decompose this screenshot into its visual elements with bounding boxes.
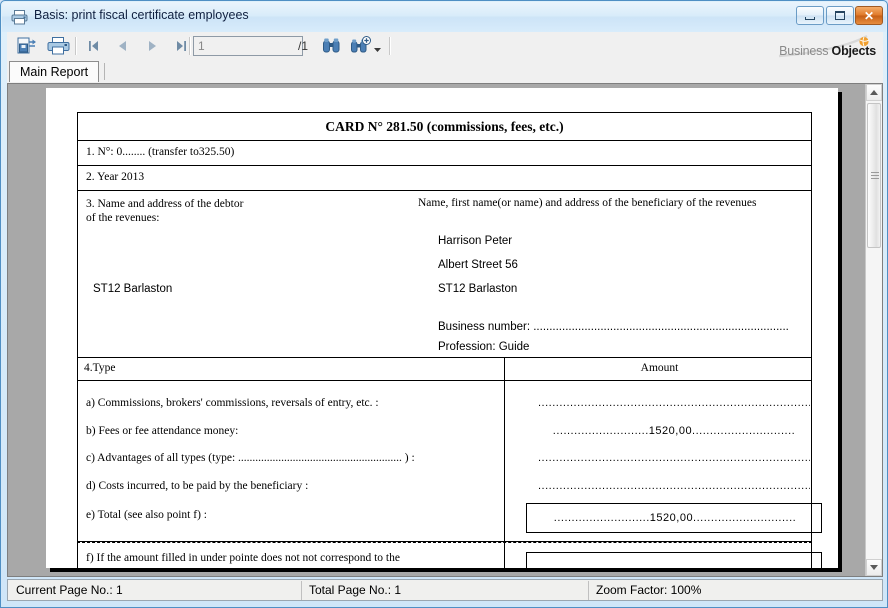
page-number-input[interactable]	[193, 36, 303, 56]
triangle-up-icon	[870, 90, 878, 95]
tab-separator	[104, 63, 105, 80]
export-document-icon	[15, 35, 38, 57]
status-divider-1	[301, 581, 302, 600]
binoculars-find-icon	[320, 35, 343, 57]
table-column-divider-footer	[504, 543, 505, 568]
beneficiary-name: Harrison Peter	[438, 235, 512, 247]
business-objects-wordmark: Business Objects	[779, 44, 876, 58]
column-header-type: 4.Type	[84, 362, 115, 374]
first-page-button[interactable]	[83, 35, 105, 57]
table-row: e) Total (see also point f) :	[86, 509, 207, 521]
total-amount-box: ...........................1520,00......…	[526, 503, 822, 533]
minimize-button[interactable]	[796, 6, 824, 25]
report-page: CARD N° 281.50 (commissions, fees, etc.)…	[46, 88, 838, 568]
table-row: b) Fees or fee attendance money:	[86, 425, 238, 437]
amount-value-total: ...........................1520,00......…	[537, 512, 813, 524]
debtor-label: 3. Name and address of the debtor of the…	[86, 197, 243, 225]
triangle-down-icon	[870, 565, 878, 570]
amount-value: ........................................…	[538, 452, 810, 464]
table-body: a) Commissions, brokers' commissions, re…	[77, 381, 812, 542]
scroll-down-button[interactable]	[866, 559, 882, 576]
print-button[interactable]	[47, 35, 70, 57]
amount-value: ...........................1520,00......…	[538, 425, 810, 437]
printer-icon	[11, 9, 28, 25]
export-button[interactable]	[15, 35, 38, 57]
amount-value: ........................................…	[538, 480, 810, 492]
column-header-amount: Amount	[508, 362, 811, 374]
amount-value: ........................................…	[538, 397, 810, 409]
footer-row-label: f) If the amount filled in under pointe …	[86, 552, 400, 564]
total-pages-label: /1	[298, 39, 308, 53]
table-column-divider-body	[504, 381, 505, 541]
toolbar: /1	[7, 32, 883, 61]
status-divider-2	[588, 581, 589, 600]
maximize-icon	[827, 7, 853, 24]
vertical-scrollbar[interactable]	[865, 84, 882, 576]
debtor-address: ST12 Barlaston	[93, 283, 172, 295]
binoculars-zoom-icon	[349, 35, 372, 57]
close-button[interactable]: ✕	[855, 6, 883, 25]
table-row: a) Commissions, brokers' commissions, re…	[86, 397, 379, 409]
report-line-number: 1. N°: 0........ (transfer to325.50)	[77, 140, 812, 165]
table-row: c) Advantages of all types (type: ......…	[86, 452, 415, 464]
report-line-year: 2. Year 2013	[77, 165, 812, 190]
fiscal-certificate-document: CARD N° 281.50 (commissions, fees, etc.)…	[77, 112, 812, 568]
beneficiary-city: ST12 Barlaston	[438, 283, 517, 295]
toolbar-separator-1	[75, 37, 77, 55]
title-bar: Basis: print fiscal certificate employee…	[2, 2, 886, 32]
status-bar: Current Page No.: 1 Total Page No.: 1 Zo…	[7, 579, 883, 601]
scroll-up-button[interactable]	[866, 84, 882, 101]
print-icon	[47, 35, 70, 57]
debtor-label-line1: 3. Name and address of the debtor	[86, 197, 243, 211]
previous-page-button[interactable]	[112, 35, 134, 57]
status-total-page: Total Page No.: 1	[309, 583, 401, 597]
profession-field: Profession: Guide	[438, 341, 529, 353]
maximize-button[interactable]	[826, 6, 854, 25]
status-zoom-factor: Zoom Factor: 100%	[596, 583, 701, 597]
table-row: d) Costs incurred, to be paid by the ben…	[86, 480, 308, 492]
footer-amount-box	[526, 552, 822, 568]
table-footer-row: f) If the amount filled in under pointe …	[77, 542, 812, 568]
beneficiary-street: Albert Street 56	[438, 259, 518, 271]
scrollbar-thumb[interactable]	[867, 103, 881, 248]
close-icon: ✕	[856, 7, 882, 24]
find-zoom-button[interactable]	[349, 35, 372, 57]
address-block: 3. Name and address of the debtor of the…	[77, 190, 812, 358]
tab-main-report[interactable]: Main Report	[9, 61, 99, 82]
report-title: CARD N° 281.50 (commissions, fees, etc.)	[77, 112, 812, 140]
minimize-icon	[797, 7, 823, 24]
status-current-page: Current Page No.: 1	[16, 583, 123, 597]
chevron-down-icon[interactable]	[373, 41, 382, 50]
beneficiary-label: Name, first name(or name) and address of…	[418, 197, 756, 209]
window-title: Basis: print fiscal certificate employee…	[34, 8, 249, 22]
business-objects-logo: Business Objects	[771, 34, 879, 60]
first-page-icon	[83, 35, 105, 57]
next-page-button[interactable]	[141, 35, 163, 57]
table-header-row: 4.Type Amount	[77, 358, 812, 381]
previous-page-icon	[112, 35, 134, 57]
business-number-field: Business number: .......................…	[438, 321, 789, 333]
application-window: Basis: print fiscal certificate employee…	[0, 0, 888, 608]
tab-strip: Main Report	[7, 61, 883, 83]
next-page-icon	[141, 35, 163, 57]
toolbar-separator-3	[389, 37, 391, 55]
table-column-divider	[504, 358, 505, 380]
toolbar-separator-2	[189, 37, 191, 55]
report-viewer: CARD N° 281.50 (commissions, fees, etc.)…	[7, 83, 883, 577]
debtor-label-line2: of the revenues:	[86, 211, 243, 225]
find-button[interactable]	[320, 35, 343, 57]
scrollbar-grip-icon	[871, 172, 879, 179]
